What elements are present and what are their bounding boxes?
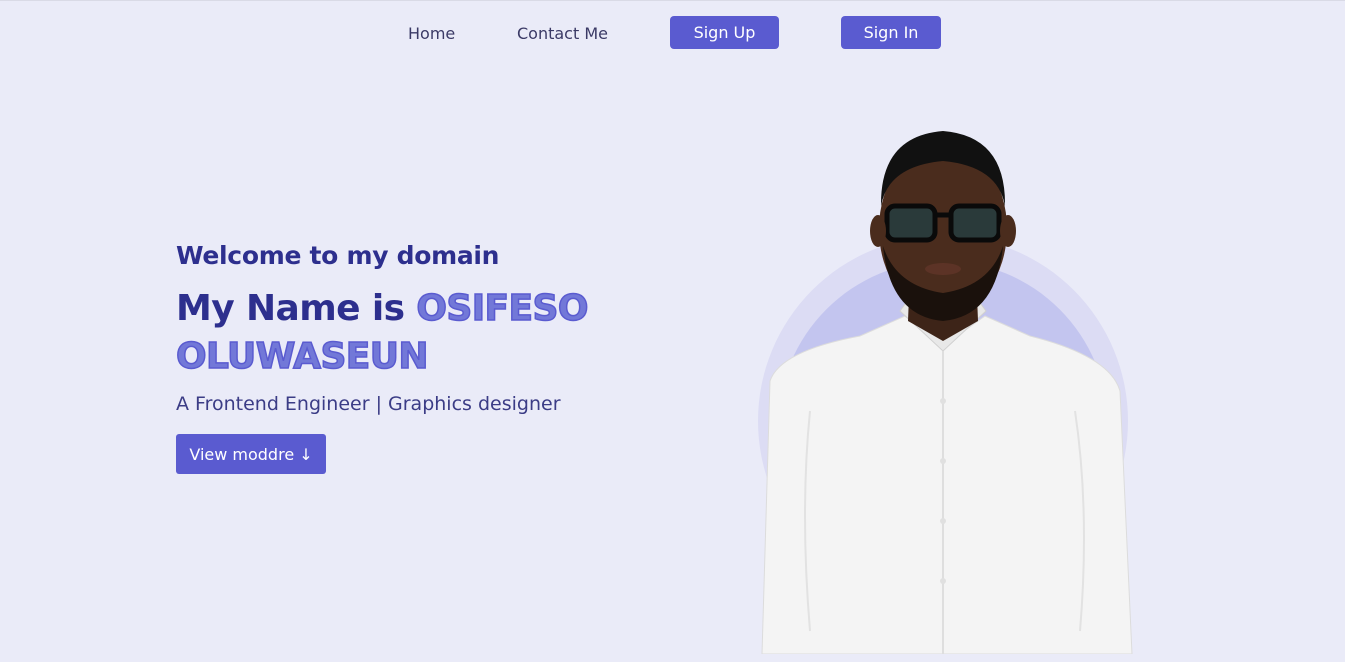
shirt-shape	[761, 315, 1133, 654]
sign-in-button[interactable]: Sign In	[841, 16, 941, 49]
view-more-button[interactable]: View moddre ↓	[176, 434, 326, 474]
shirt-button	[940, 458, 946, 464]
name-prefix: My Name is	[176, 288, 405, 329]
welcome-heading: Welcome to my domain	[176, 241, 500, 270]
ear-left	[870, 215, 886, 247]
sign-up-button[interactable]: Sign Up	[670, 16, 779, 49]
ear-right	[1000, 215, 1016, 247]
glasses-right-lens	[948, 203, 1002, 243]
lips-shape	[925, 263, 961, 275]
shirt-button	[940, 578, 946, 584]
shirt-button	[940, 398, 946, 404]
nav-home-link[interactable]: Home	[408, 23, 455, 45]
shirt-button	[940, 518, 946, 524]
portrait-image	[758, 131, 1133, 654]
name-heading: My Name is OSIFESO OLUWASEUN	[175, 285, 636, 381]
portfolio-page: Home Contact Me Sign Up Sign In Welcome …	[0, 0, 1345, 662]
glasses-left-lens	[884, 203, 938, 243]
role-subtitle: A Frontend Engineer | Graphics designer	[176, 393, 561, 415]
nav-contact-link[interactable]: Contact Me	[517, 23, 608, 45]
